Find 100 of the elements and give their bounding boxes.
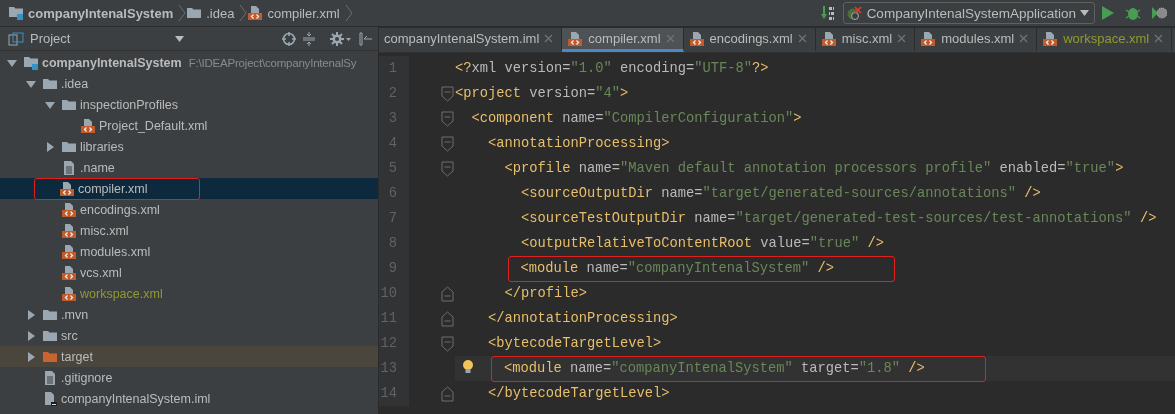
code-line: <annotationProcessing> xyxy=(488,136,670,151)
xml-file-icon xyxy=(61,222,77,239)
fold-marker-icon[interactable] xyxy=(441,309,454,328)
tree-row[interactable]: modules.xml xyxy=(0,241,378,262)
tree-item-label: companyIntenalSystem xyxy=(42,55,182,70)
close-icon[interactable] xyxy=(544,34,554,43)
close-icon[interactable] xyxy=(1019,34,1029,43)
tree-row[interactable]: libraries xyxy=(0,136,378,157)
editor-tab[interactable]: encodings.xml xyxy=(683,28,816,52)
code-line: <profile name="Maven default annotation processors profile" enabled="true"> xyxy=(504,161,1124,176)
coverage-icon[interactable] xyxy=(1151,5,1167,21)
chevron-icon xyxy=(344,4,353,22)
code-line: </annotationProcessing> xyxy=(488,311,678,326)
tree-item-label: misc.xml xyxy=(80,223,129,238)
tree-item-label: workspace.xml xyxy=(80,286,163,301)
xml-file-icon xyxy=(820,30,837,47)
lightbulb-icon[interactable] xyxy=(462,359,474,375)
fold-marker-icon[interactable] xyxy=(441,109,454,128)
panel-title[interactable]: Project xyxy=(30,31,71,46)
breadcrumb-item[interactable]: compiler.xml xyxy=(247,5,345,21)
project-view-icon xyxy=(8,30,24,47)
close-icon[interactable] xyxy=(1154,34,1164,43)
tree-item-label: .mvn xyxy=(61,307,89,322)
xml-file-icon xyxy=(920,30,937,47)
tree-row[interactable]: companyIntenalSystem.iml xyxy=(0,388,378,409)
caret-icon xyxy=(1080,10,1089,16)
xml-file-icon xyxy=(61,285,77,302)
tree-item-label: .name xyxy=(80,160,115,175)
tree-item-label: compiler.xml xyxy=(78,181,148,196)
chevron-icon xyxy=(239,4,248,22)
code-line: </bytecodeTargetLevel> xyxy=(488,386,670,401)
tree-row[interactable]: companyIntenalSystem F:\IDEAProject\companyIntenalSy xyxy=(0,52,378,73)
fold-marker-icon[interactable] xyxy=(441,384,454,403)
xml-file-icon xyxy=(80,117,96,134)
chevron-icon xyxy=(178,4,187,22)
code-line: <sourceTestOutputDir name="target/generated-test-sources/test-annotations" /> xyxy=(521,211,1157,226)
close-icon[interactable] xyxy=(797,34,807,43)
spring-leaf-icon xyxy=(846,5,863,21)
xml-file-icon xyxy=(567,30,584,47)
project-folder-icon xyxy=(8,5,24,21)
tree-item-label: .idea xyxy=(61,76,89,91)
tree-row[interactable]: workspace.xml xyxy=(0,283,378,304)
code-line: <module name="companyIntenalSystem" target="1.8" /> xyxy=(504,361,925,376)
fold-marker-icon[interactable] xyxy=(441,84,454,103)
tree-row[interactable]: Project_Default.xml xyxy=(0,115,378,136)
code-line: <sourceOutputDir name="target/generated-sources/annotations" /> xyxy=(521,186,1041,201)
tree-item-label: Project_Default.xml xyxy=(99,118,208,133)
hide-panel-icon[interactable] xyxy=(358,31,372,46)
tree-row[interactable]: src xyxy=(0,325,378,346)
module-file-icon xyxy=(42,390,58,407)
gear-icon[interactable] xyxy=(330,31,352,46)
tree-row[interactable]: .idea xyxy=(0,73,378,94)
tree-row[interactable]: vcs.xml xyxy=(0,262,378,283)
tree-row[interactable]: .mvn xyxy=(0,304,378,325)
tree-item-label: vcs.xml xyxy=(80,265,122,280)
editor-tab[interactable]: modules.xml xyxy=(915,28,1038,52)
caret-icon[interactable] xyxy=(175,35,184,42)
collapse-all-icon[interactable] xyxy=(302,31,316,46)
xml-file-icon xyxy=(1042,30,1059,47)
code-line: <project version="4"> xyxy=(455,86,629,101)
tree-row[interactable]: misc.xml xyxy=(0,220,378,241)
breadcrumb-item[interactable]: companyIntenalSystem xyxy=(8,5,179,21)
debug-bug-icon[interactable] xyxy=(1125,5,1141,21)
text-file-icon xyxy=(61,159,77,176)
run-icon[interactable] xyxy=(1101,5,1115,21)
fold-marker-icon[interactable] xyxy=(441,334,454,353)
close-icon[interactable] xyxy=(897,34,907,43)
folder-icon xyxy=(186,5,203,21)
locate-crosshair-icon[interactable] xyxy=(282,31,296,46)
editor-tab[interactable]: workspace.xml xyxy=(1037,28,1173,52)
tree-row[interactable]: .gitignore xyxy=(0,367,378,388)
sort-icon[interactable] xyxy=(820,5,837,21)
tree-item-label: src xyxy=(61,328,78,343)
code-line: </profile> xyxy=(504,286,587,301)
project-folder-icon xyxy=(23,54,39,71)
xml-file-icon xyxy=(61,264,77,281)
run-configuration-dropdown[interactable]: CompanyIntenalSystemApplication xyxy=(842,2,1095,24)
project-path: F:\IDEAProject\companyIntenalSy xyxy=(188,56,357,69)
tree-row[interactable]: compiler.xml xyxy=(0,178,378,199)
tree-row[interactable]: target xyxy=(0,346,378,367)
fold-marker-icon[interactable] xyxy=(441,159,454,178)
editor-tab[interactable]: misc.xml xyxy=(815,28,916,52)
tree-row[interactable]: inspectionProfiles xyxy=(0,94,378,115)
tree-item-label: libraries xyxy=(80,139,124,154)
code-line: <component name="CompilerConfiguration"> xyxy=(471,111,802,126)
xml-file-icon xyxy=(61,243,77,260)
code-line: <?xml version="1.0" encoding="UTF-8"?> xyxy=(455,61,769,76)
tree-row[interactable]: .name xyxy=(0,157,378,178)
xml-file-icon xyxy=(59,180,75,197)
code-line: <bytecodeTargetLevel> xyxy=(488,336,662,351)
xml-file-icon xyxy=(688,30,705,47)
fold-marker-icon[interactable] xyxy=(441,284,454,303)
close-icon[interactable] xyxy=(665,34,675,43)
code-line: <outputRelativeToContentRoot value="true" /> xyxy=(521,236,885,251)
breadcrumb-item[interactable]: .idea xyxy=(186,5,240,21)
tree-item-label: inspectionProfiles xyxy=(80,97,178,112)
tree-row[interactable]: encodings.xml xyxy=(0,199,378,220)
text-file-icon xyxy=(42,369,58,386)
fold-marker-icon[interactable] xyxy=(441,134,454,153)
editor-tab[interactable]: compiler.xml xyxy=(562,28,684,52)
